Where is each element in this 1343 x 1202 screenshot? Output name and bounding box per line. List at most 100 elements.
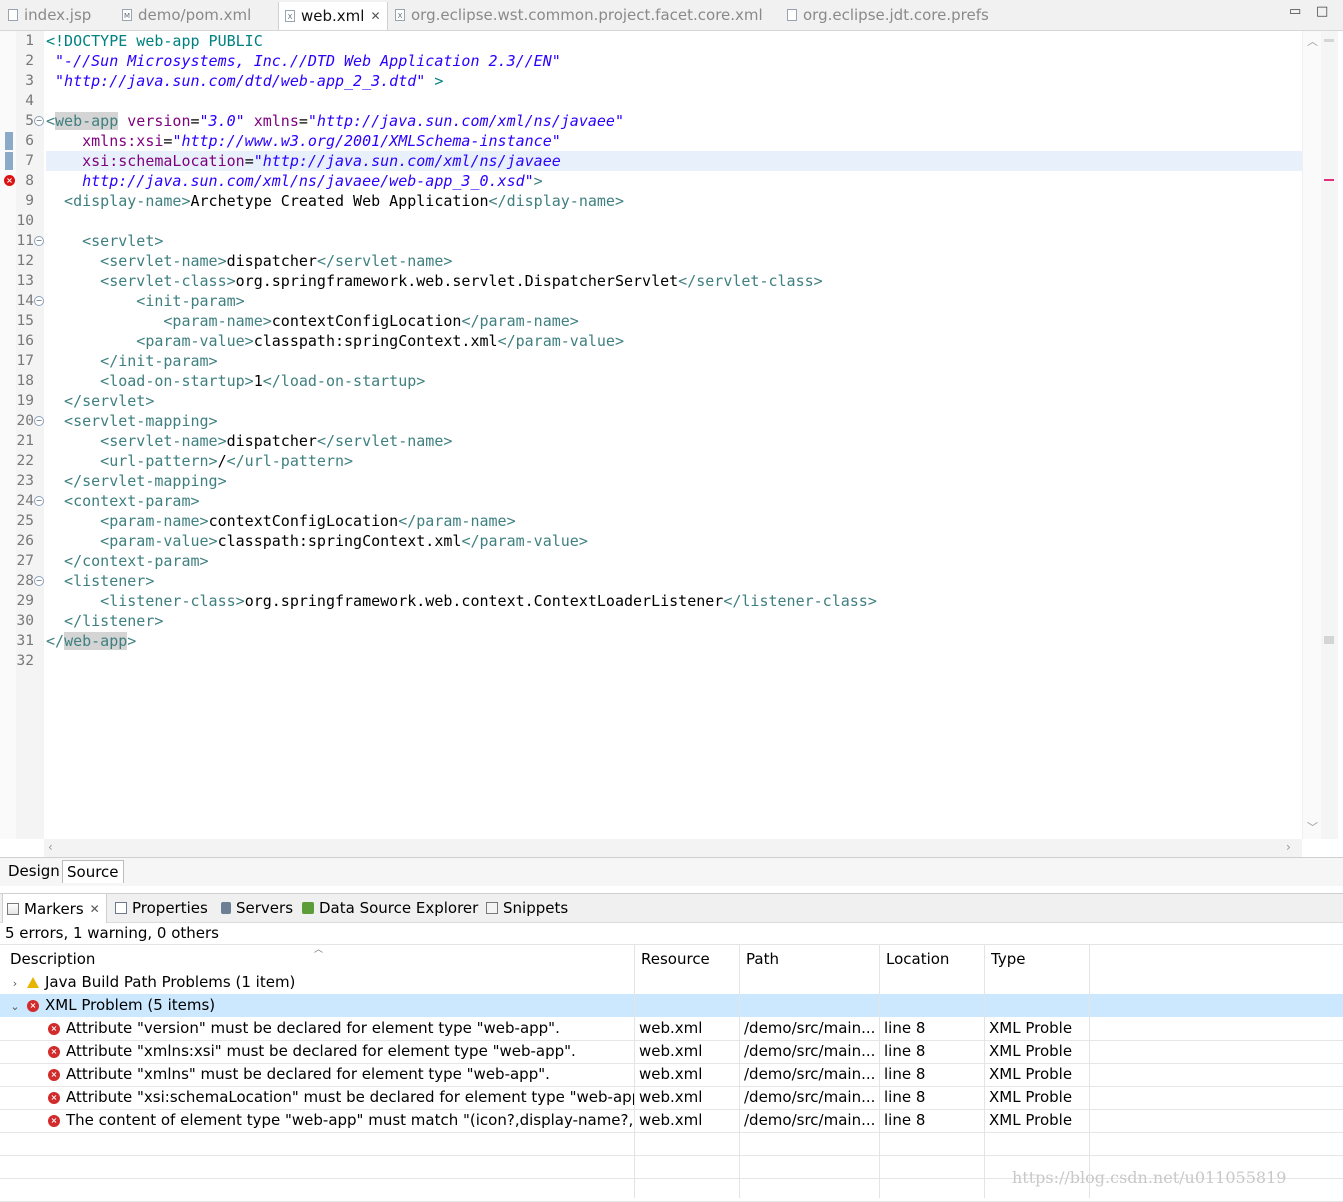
column-header-location[interactable]: Location: [879, 945, 984, 973]
fold-toggle-icon[interactable]: −: [34, 416, 44, 426]
fold-toggle-icon[interactable]: −: [34, 236, 44, 246]
editor-tab-pom-xml[interactable]: M demo/pom.xml: [122, 2, 251, 28]
marker-row[interactable]: × Attribute "xmlns:xsi" must be declared …: [0, 1040, 1343, 1064]
code-line[interactable]: </servlet>: [46, 391, 154, 411]
overview-marker[interactable]: [1324, 636, 1334, 644]
code-token: </servlet-class>: [678, 272, 823, 290]
code-line[interactable]: <web-app version="3.0" xmlns="http://jav…: [46, 111, 624, 131]
code-line[interactable]: <param-value>classpath:springContext.xml…: [46, 331, 624, 351]
code-line[interactable]: </init-param>: [46, 351, 217, 371]
error-icon[interactable]: ×: [4, 175, 15, 186]
code-line[interactable]: </context-param>: [46, 551, 209, 571]
marker-row[interactable]: × Attribute "xsi:schemaLocation" must be …: [0, 1086, 1343, 1110]
code-line[interactable]: xmlns:xsi="http://www.w3.org/2001/XMLSch…: [46, 131, 561, 151]
code-line[interactable]: <param-name>contextConfigLocation</param…: [46, 311, 578, 331]
code-line[interactable]: xsi:schemaLocation="http://java.sun.com/…: [46, 151, 561, 171]
editor-tab-facet-core-xml[interactable]: X org.eclipse.wst.common.project.facet.c…: [395, 2, 763, 28]
code-line[interactable]: <param-name>contextConfigLocation</param…: [46, 511, 515, 531]
overview-marker[interactable]: [1324, 39, 1334, 42]
fold-toggle-icon[interactable]: −: [34, 116, 44, 126]
maximize-icon[interactable]: □: [1316, 4, 1328, 19]
marker-row[interactable]: × The content of element type "web-app" m…: [0, 1109, 1343, 1133]
code-line[interactable]: <param-value>classpath:springContext.xml…: [46, 531, 588, 551]
close-icon[interactable]: ✕: [90, 895, 100, 923]
code-token: <display-name>: [46, 192, 191, 210]
code-line[interactable]: <load-on-startup>1</load-on-startup>: [46, 371, 425, 391]
line-number: 14: [16, 293, 34, 309]
code-line[interactable]: <display-name>Archetype Created Web Appl…: [46, 191, 624, 211]
cell-type: XML Proble: [989, 1065, 1073, 1083]
chevron-right-icon[interactable]: ›: [9, 972, 21, 994]
marker-group-row[interactable]: › Java Build Path Problems (1 item): [0, 971, 1343, 994]
line-number: 19: [16, 393, 34, 409]
code-line[interactable]: <listener-class>org.springframework.web.…: [46, 591, 877, 611]
code-line[interactable]: <!DOCTYPE web-app PUBLIC: [46, 31, 263, 51]
prefs-file-icon: [787, 9, 797, 21]
chevron-down-icon[interactable]: ⌄: [9, 995, 21, 1017]
marker-group-row[interactable]: ⌄ × XML Problem (5 items): [0, 994, 1343, 1017]
code-token: </context-param>: [46, 552, 209, 570]
code-line[interactable]: <url-pattern>/</url-pattern>: [46, 451, 353, 471]
column-header-description[interactable]: Description: [4, 945, 634, 973]
code-line[interactable]: </web-app>: [46, 631, 136, 651]
code-token: </servlet-mapping>: [46, 472, 227, 490]
code-line[interactable]: <init-param>: [46, 291, 244, 311]
tab-properties[interactable]: Properties: [115, 894, 208, 922]
scroll-left-icon[interactable]: ‹: [48, 840, 53, 854]
close-icon[interactable]: ✕: [370, 9, 380, 23]
code-line[interactable]: "-//Sun Microsystems, Inc.//DTD Web Appl…: [46, 51, 561, 71]
code-token: </load-on-startup>: [262, 372, 426, 390]
editor-tab-bar: index.jsp M demo/pom.xml X web.xml ✕ X o…: [0, 0, 1343, 31]
horizontal-scrollbar[interactable]: ‹ ›: [44, 839, 1302, 857]
tab-source[interactable]: Source: [62, 860, 124, 883]
overview-ruler[interactable]: [1321, 31, 1338, 839]
fold-toggle-icon[interactable]: −: [34, 496, 44, 506]
code-line[interactable]: <servlet-mapping>: [46, 411, 218, 431]
column-header-type[interactable]: Type: [984, 945, 1089, 973]
vertical-scrollbar[interactable]: ︿ ﹀: [1302, 31, 1321, 839]
code-line[interactable]: <servlet-class>org.springframework.web.s…: [46, 271, 823, 291]
code-line[interactable]: </servlet-mapping>: [46, 471, 227, 491]
code-line[interactable]: <servlet>: [46, 231, 163, 251]
code-line[interactable]: <listener>: [46, 571, 154, 591]
code-line[interactable]: "http://java.sun.com/dtd/web-app_2_3.dtd…: [46, 71, 443, 91]
code-token: <context-param>: [46, 492, 200, 510]
tab-data-source-explorer[interactable]: Data Source Explorer: [302, 894, 478, 922]
editor-tab-jdt-core-prefs[interactable]: org.eclipse.jdt.core.prefs: [787, 2, 989, 28]
code-line[interactable]: http://java.sun.com/xml/ns/javaee/web-ap…: [46, 171, 543, 191]
code-line[interactable]: <servlet-name>dispatcher</servlet-name>: [46, 251, 452, 271]
code-area[interactable]: <!DOCTYPE web-app PUBLIC "-//Sun Microsy…: [46, 31, 1302, 839]
code-token: contextConfigLocation: [271, 312, 462, 330]
line-number: 32: [16, 653, 34, 669]
tab-servers[interactable]: Servers: [221, 894, 293, 922]
tab-design[interactable]: Design: [4, 860, 64, 882]
editor-tab-web-xml[interactable]: X web.xml ✕: [278, 2, 388, 30]
xml-source-editor[interactable]: × 1 2 3 4 5−6 7 8 9 10 11−12 13 14−15 16 17 18 19 20−21 2…: [0, 31, 1338, 839]
code-line[interactable]: <servlet-name>dispatcher</servlet-name>: [46, 431, 452, 451]
error-icon: ×: [48, 1045, 60, 1058]
minimize-icon[interactable]: ▭: [1289, 4, 1301, 19]
tab-markers[interactable]: Markers ✕: [2, 894, 107, 923]
column-header-resource[interactable]: Resource: [634, 945, 739, 973]
editor-tab-index-jsp[interactable]: index.jsp: [8, 2, 91, 28]
error-icon: ×: [48, 1068, 60, 1081]
marker-row[interactable]: × Attribute "version" must be declared fo…: [0, 1017, 1343, 1041]
code-line[interactable]: <context-param>: [46, 491, 200, 511]
cell-resource: web.xml: [639, 1111, 703, 1129]
description-text: Attribute "xmlns" must be declared for e…: [66, 1065, 550, 1083]
code-token: "http://www.w3.org/2001/XMLSchema-instan…: [172, 132, 561, 150]
fold-toggle-icon[interactable]: −: [34, 576, 44, 586]
scroll-right-icon[interactable]: ›: [1286, 840, 1291, 854]
error-overview-marker[interactable]: [1324, 179, 1334, 181]
column-separator: [984, 971, 985, 1198]
cell-description: × Attribute "xmlns" must be declared for …: [4, 1063, 634, 1086]
tab-snippets[interactable]: Snippets: [486, 894, 568, 922]
scroll-down-icon[interactable]: ﹀: [1307, 819, 1318, 835]
code-line[interactable]: </listener>: [46, 611, 163, 631]
line-number: 24: [16, 493, 34, 509]
column-header-path[interactable]: Path: [739, 945, 879, 973]
marker-row[interactable]: × Attribute "xmlns" must be declared for …: [0, 1063, 1343, 1087]
fold-toggle-icon[interactable]: −: [34, 296, 44, 306]
scroll-up-icon[interactable]: ︿: [1307, 33, 1318, 49]
code-token: >: [533, 172, 543, 190]
